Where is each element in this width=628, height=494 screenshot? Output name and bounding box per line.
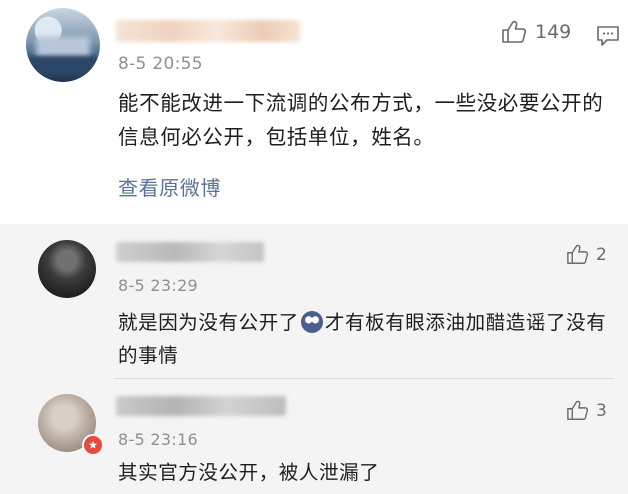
emoji-icon — [300, 311, 323, 333]
verified-badge-icon — [82, 434, 104, 456]
like-count: 2 — [596, 244, 607, 265]
like-button[interactable]: 2 — [566, 244, 607, 265]
like-count: 149 — [535, 21, 572, 43]
like-button[interactable]: 3 — [566, 400, 607, 421]
thumbs-up-icon — [567, 244, 589, 264]
avatar-image-detail — [30, 56, 96, 74]
reply-text: 其实官方没公开，被人泄漏了 — [118, 461, 380, 484]
username-blurred[interactable] — [116, 396, 286, 416]
comment-text: 能不能改进一下流调的公布方式，一些没必要公开的信息何必公开，包括单位，姓名。 — [118, 91, 604, 149]
like-count: 3 — [596, 400, 607, 421]
comment-icon — [597, 26, 619, 46]
thumbs-up-icon — [567, 400, 589, 420]
comment-timestamp: 8-5 20:55 — [118, 54, 203, 74]
thumbs-up-icon — [502, 20, 527, 43]
username-blurred[interactable] — [116, 242, 264, 262]
reply-timestamp: 8-5 23:16 — [118, 430, 199, 449]
avatar[interactable] — [38, 240, 96, 298]
username-blurred[interactable] — [116, 20, 300, 42]
avatar[interactable] — [26, 8, 100, 82]
like-button[interactable]: 149 — [501, 20, 571, 44]
view-original-link[interactable]: 查看原微博 — [118, 172, 221, 201]
replies-section: 8-5 23:29 就是因为没有公开了 才有板有眼添油加醋造谣了没有的事情 2 8… — [0, 224, 628, 494]
main-comment: 8-5 20:55 能不能改进一下流调的公布方式，一些没必要公开的信息何必公开，… — [0, 0, 628, 224]
reply-timestamp: 8-5 23:29 — [118, 276, 199, 295]
comment-button[interactable] — [596, 25, 620, 51]
reply-text: 就是因为没有公开了 才有板有眼添油加醋造谣了没有的事情 — [118, 306, 613, 372]
reply-text-part: 就是因为没有公开了 — [118, 311, 299, 334]
avatar-image-detail — [36, 36, 90, 58]
